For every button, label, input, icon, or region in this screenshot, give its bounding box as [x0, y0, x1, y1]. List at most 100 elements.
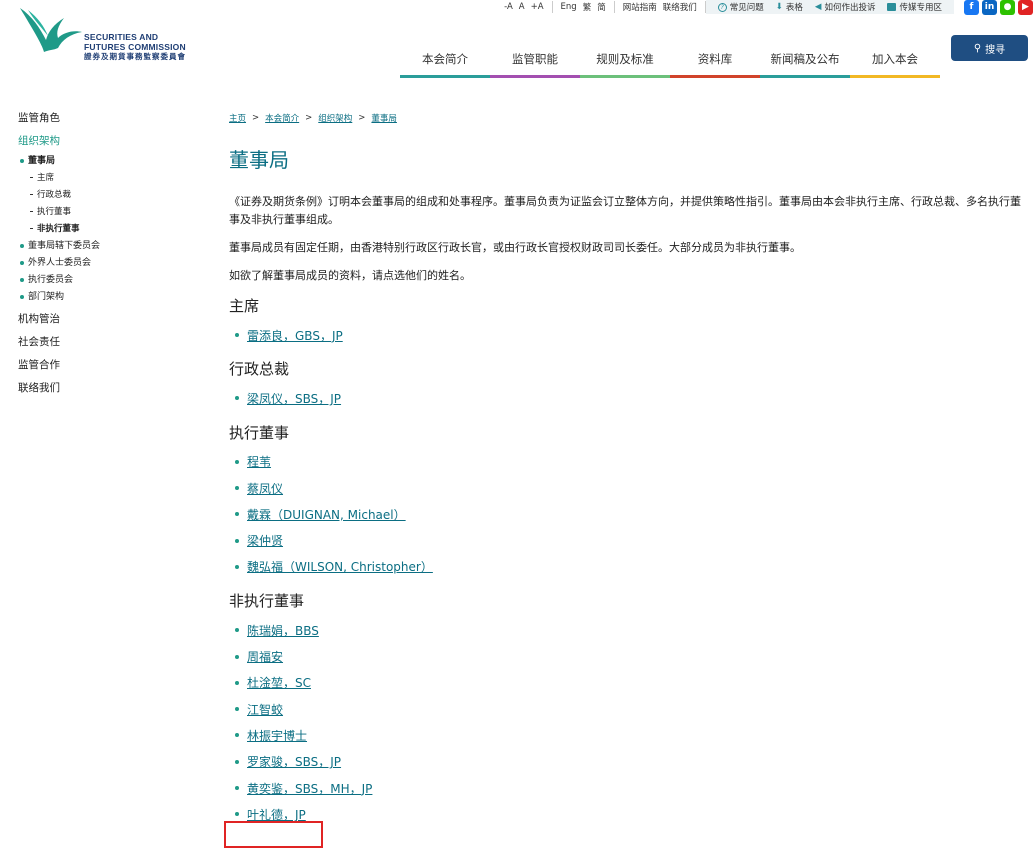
chevron-right-icon: > — [252, 113, 260, 123]
member-list: 陈瑞娟，BBS 周福安杜淦堃，SC 江智蛟林振宇博士罗家骏，SBS，JP 黄奕鉴，SB… — [235, 617, 1029, 827]
lang-english[interactable]: Eng — [561, 2, 577, 12]
member-link[interactable]: 罗家骏，SBS，JP — [247, 753, 341, 770]
complaint-link[interactable]: ◀ 如何作出投诉 — [815, 1, 876, 13]
member-link[interactable]: 戴霖（DUIGNAN, Michael） — [247, 506, 406, 523]
instruction-paragraph: 如欲了解董事局成员的资料，请点选他们的姓名。 — [229, 269, 471, 282]
eagle-icon — [20, 8, 82, 52]
list-item: 罗家骏，SBS，JP — [235, 749, 1029, 775]
linkedin-icon[interactable]: in — [982, 0, 997, 15]
member-link[interactable]: 江智蛟 — [247, 701, 283, 718]
faq-link[interactable]: ? 常见问题 — [717, 1, 764, 13]
font-size-controls: -A A +A — [496, 1, 553, 13]
bullet-icon — [235, 707, 239, 712]
youtube-icon[interactable]: ▶ — [1018, 0, 1033, 15]
member-list: 程苇蔡凤仪戴霖（DUIGNAN, Michael） 梁仲贤魏弘福（WILSON, … — [235, 449, 1029, 580]
facebook-icon[interactable]: f — [964, 0, 979, 15]
member-list: 雷添良，GBS，JP — [235, 322, 1029, 348]
bullet-icon — [235, 628, 239, 633]
breadcrumb-about[interactable]: 本会简介 — [265, 112, 299, 124]
nav-item-4[interactable]: 资料库 — [670, 42, 760, 78]
list-item: 江智蛟 — [235, 696, 1029, 722]
sidebar-item-cooperation[interactable]: 监管合作 — [18, 357, 100, 380]
breadcrumb-organisation[interactable]: 组织架构 — [318, 112, 352, 124]
bullet-icon — [235, 538, 239, 543]
media-link[interactable]: 传媒专用区 — [887, 1, 942, 13]
highlight-box — [224, 821, 323, 848]
chevron-right-icon: > — [305, 113, 313, 123]
section-heading: 主席 — [229, 297, 260, 315]
nav-item-2[interactable]: 监管职能 — [490, 42, 580, 78]
forms-link[interactable]: ⬇ 表格 — [776, 1, 803, 13]
sidebar-item-ceo[interactable]: 行政总裁 — [18, 186, 100, 203]
bullet-icon — [235, 654, 239, 659]
member-link[interactable]: 梁仲贤 — [247, 532, 283, 549]
bullet-icon — [20, 158, 24, 163]
lang-traditional[interactable]: 繁 — [583, 1, 592, 13]
sidebar-item-board[interactable]: 董事局 — [18, 152, 100, 169]
term-paragraph: 董事局成员有固定任期，由香港特别行政区行政长官，或由行政长官授权财政司司长委任。… — [229, 241, 801, 254]
sidebar-item-social-responsibility[interactable]: 社会责任 — [18, 334, 100, 357]
bullet-icon — [20, 260, 24, 265]
member-link[interactable]: 周福安 — [247, 648, 283, 665]
list-item: 陈瑞娟，BBS — [235, 617, 1029, 643]
member-link[interactable]: 蔡凤仪 — [247, 480, 283, 497]
nav-item-5[interactable]: 新闻稿及公布 — [760, 42, 850, 78]
nav-item-1[interactable]: 本会简介 — [400, 42, 490, 78]
sitemap-link[interactable]: 网站指南 — [623, 1, 657, 13]
section-heading: 非执行董事 — [229, 592, 305, 611]
sidebar-item-regulatory-role[interactable]: 监管角色 — [18, 110, 100, 133]
intro-paragraph: 《证券及期货条例》订明本会董事局的组成和处事程序。董事局负责为证监会订立整体方向… — [229, 195, 1021, 226]
bullet-icon — [235, 564, 239, 569]
logo-text: SECURITIES AND FUTURES COMMISSION 證券及期貨事… — [84, 32, 186, 62]
logo-line3: 證券及期貨事務監察委員會 — [84, 52, 186, 61]
logo-line2: FUTURES COMMISSION — [84, 42, 186, 52]
font-increase-button[interactable]: +A — [531, 2, 544, 12]
language-switcher: Eng 繁 简 — [553, 1, 615, 13]
list-item: 魏弘福（WILSON, Christopher） — [235, 554, 1029, 580]
sidebar-item-divisions[interactable]: 部门架构 — [18, 288, 100, 305]
member-link[interactable]: 杜淦堃，SC — [247, 674, 311, 691]
contact-link[interactable]: 联络我们 — [663, 1, 697, 13]
sidebar-item-executive-directors[interactable]: 执行董事 — [18, 203, 100, 220]
member-link[interactable]: 魏弘福（WILSON, Christopher） — [247, 558, 433, 575]
dash-icon — [30, 177, 33, 178]
quick-links: ? 常见问题 ⬇ 表格 ◀ 如何作出投诉 传媒专用区 — [705, 0, 954, 14]
member-sections: 主席 雷添良，GBS，JP 行政总裁 梁凤仪，SBS，JP 执行董事 程苇 蔡凤仪 戴霖（DU… — [229, 295, 1029, 827]
search-button[interactable]: ⚲ 搜寻 — [951, 35, 1028, 61]
member-link[interactable]: 程苇 — [247, 453, 271, 470]
sidebar-item-advisory-committees[interactable]: 外界人士委员会 — [18, 254, 100, 271]
font-decrease-button[interactable]: -A — [504, 2, 513, 12]
member-link[interactable]: 梁凤仪，SBS，JP — [247, 390, 341, 407]
member-link[interactable]: 林振宇博士 — [247, 727, 307, 744]
member-link[interactable]: 陈瑞娟，BBS — [247, 622, 319, 639]
lang-simplified[interactable]: 简 — [597, 1, 606, 13]
sidebar-item-board-committees[interactable]: 董事局辖下委员会 — [18, 237, 100, 254]
sidebar-item-non-executive-directors[interactable]: 非执行董事 — [18, 220, 100, 237]
dash-icon — [30, 194, 33, 195]
list-item: 黄奕鉴，SBS，MH，JP — [235, 775, 1029, 801]
bullet-icon — [235, 812, 239, 817]
member-link[interactable]: 黄奕鉴，SBS，MH，JP — [247, 780, 372, 797]
sidebar-item-governance[interactable]: 机构管治 — [18, 311, 100, 334]
sidebar-item-executive-committee[interactable]: 执行委员会 — [18, 271, 100, 288]
breadcrumb-home[interactable]: 主页 — [229, 112, 246, 124]
list-item: 杜淦堃，SC — [235, 670, 1029, 696]
site-links: 网站指南 联络我们 — [615, 1, 706, 13]
list-item: 叶礼德，JP — [235, 801, 1029, 827]
bullet-icon — [235, 759, 239, 764]
bullet-icon — [235, 459, 239, 464]
bullet-icon — [235, 733, 239, 738]
sidebar-item-chairman[interactable]: 主席 — [18, 169, 100, 186]
wechat-icon[interactable]: ● — [1000, 0, 1015, 15]
font-default-button[interactable]: A — [519, 2, 525, 12]
sidebar-item-contact[interactable]: 联络我们 — [18, 380, 100, 403]
list-item: 戴霖（DUIGNAN, Michael） — [235, 501, 1029, 527]
sfc-logo[interactable]: SECURITIES AND FUTURES COMMISSION 證券及期貨事… — [18, 6, 208, 66]
social-links: f in ● ▶ — [954, 0, 1033, 15]
breadcrumb-board[interactable]: 董事局 — [371, 112, 397, 124]
member-link[interactable]: 雷添良，GBS，JP — [247, 327, 343, 344]
member-list: 梁凤仪，SBS，JP — [235, 385, 1029, 411]
nav-item-3[interactable]: 规则及标准 — [580, 42, 670, 78]
sidebar-item-organisation[interactable]: 组织架构 — [18, 133, 100, 152]
nav-item-6[interactable]: 加入本会 — [850, 42, 940, 78]
